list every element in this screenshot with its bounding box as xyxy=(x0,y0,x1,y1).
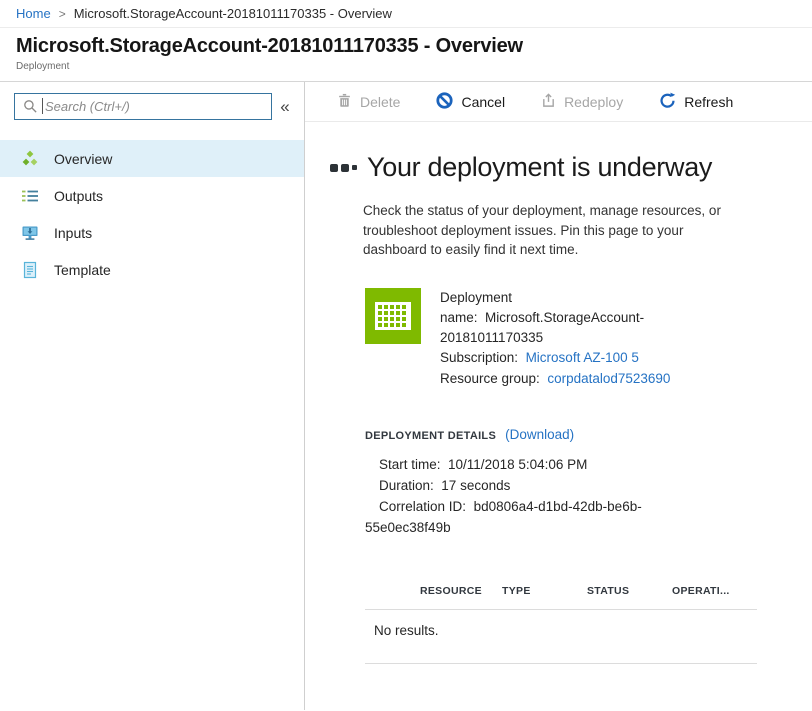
column-resource: RESOURCE xyxy=(420,585,502,597)
deployment-details-section: DEPLOYMENT DETAILS (Download) Start time… xyxy=(365,427,812,539)
sidebar-item-inputs[interactable]: Inputs xyxy=(0,214,304,251)
cancel-block-icon xyxy=(436,92,453,112)
download-link[interactable]: (Download) xyxy=(505,427,574,442)
redeploy-upload-icon xyxy=(541,93,556,111)
deployment-card: Deployment name: Microsoft.StorageAccoun… xyxy=(365,288,812,389)
toolbar-label: Cancel xyxy=(461,94,505,110)
search-icon xyxy=(23,99,38,119)
page-subtitle: Deployment xyxy=(16,61,796,72)
column-status: STATUS xyxy=(587,585,672,597)
breadcrumb: Home > Microsoft.StorageAccount-20181011… xyxy=(0,0,812,28)
collapse-sidebar-icon[interactable]: « xyxy=(272,93,298,120)
resource-table: RESOURCE TYPE STATUS OPERATI... No resul… xyxy=(365,585,757,664)
sidebar-item-label: Template xyxy=(54,262,111,278)
table-divider xyxy=(365,663,757,664)
column-operation-details: OPERATI... xyxy=(672,585,730,597)
deployment-card-title: Deployment xyxy=(440,288,732,308)
deployment-in-progress-icon xyxy=(330,164,357,172)
resource-group-link[interactable]: corpdatalod7523690 xyxy=(547,371,670,386)
deployment-details-heading: DEPLOYMENT DETAILS xyxy=(365,430,496,442)
duration-row: Duration: 17 seconds xyxy=(365,476,697,497)
duration-value: 17 seconds xyxy=(441,478,510,493)
refresh-icon xyxy=(659,92,676,112)
sidebar-item-label: Overview xyxy=(54,151,112,167)
deployment-name-row: name: Microsoft.StorageAccount-201810111… xyxy=(440,308,732,349)
sidebar-item-label: Outputs xyxy=(54,188,103,204)
subscription-row: Subscription: Microsoft AZ-100 5 xyxy=(440,348,732,368)
template-document-icon xyxy=(21,261,39,279)
main-content: Delete Cancel xyxy=(305,82,812,710)
sidebar: « Overview xyxy=(0,82,305,710)
empty-results-text: No results. xyxy=(365,610,757,651)
overview-cubes-icon xyxy=(21,150,39,168)
inputs-monitor-icon xyxy=(21,224,39,242)
breadcrumb-home-link[interactable]: Home xyxy=(16,6,51,21)
start-time-row: Start time: 10/11/2018 5:04:06 PM xyxy=(365,455,697,476)
delete-button: Delete xyxy=(337,93,400,111)
sidebar-nav: Overview Outputs xyxy=(0,140,304,288)
sidebar-item-label: Inputs xyxy=(54,225,92,241)
text-caret xyxy=(42,98,43,114)
toolbar-label: Delete xyxy=(360,94,400,110)
redeploy-button: Redeploy xyxy=(541,93,623,111)
deployment-status-heading: Your deployment is underway xyxy=(367,152,712,183)
resource-table-header: RESOURCE TYPE STATUS OPERATI... xyxy=(365,585,757,597)
start-time-value: 10/11/2018 5:04:06 PM xyxy=(448,457,587,472)
toolbar-label: Redeploy xyxy=(564,94,623,110)
outputs-list-icon xyxy=(21,187,39,205)
search-input[interactable] xyxy=(14,93,272,120)
page-header: Microsoft.StorageAccount-20181011170335 … xyxy=(0,28,812,82)
sidebar-item-overview[interactable]: Overview xyxy=(0,140,304,177)
toolbar-label: Refresh xyxy=(684,94,733,110)
toolbar: Delete Cancel xyxy=(305,82,812,122)
sidebar-item-outputs[interactable]: Outputs xyxy=(0,177,304,214)
subscription-link[interactable]: Microsoft AZ-100 5 xyxy=(526,350,639,365)
deployment-table-icon xyxy=(365,288,421,344)
page-title: Microsoft.StorageAccount-20181011170335 … xyxy=(16,35,796,58)
breadcrumb-separator-icon: > xyxy=(59,7,66,21)
correlation-id-row: Correlation ID: bd0806a4-d1bd-42db-be6b-… xyxy=(365,497,697,539)
column-type: TYPE xyxy=(502,585,587,597)
deployment-description: Check the status of your deployment, man… xyxy=(363,201,735,260)
cancel-button[interactable]: Cancel xyxy=(436,92,505,112)
trash-icon xyxy=(337,93,352,111)
refresh-button[interactable]: Refresh xyxy=(659,92,733,112)
resource-group-row: Resource group: corpdatalod7523690 xyxy=(440,369,732,389)
breadcrumb-current: Microsoft.StorageAccount-20181011170335 … xyxy=(74,6,392,21)
sidebar-item-template[interactable]: Template xyxy=(0,251,304,288)
